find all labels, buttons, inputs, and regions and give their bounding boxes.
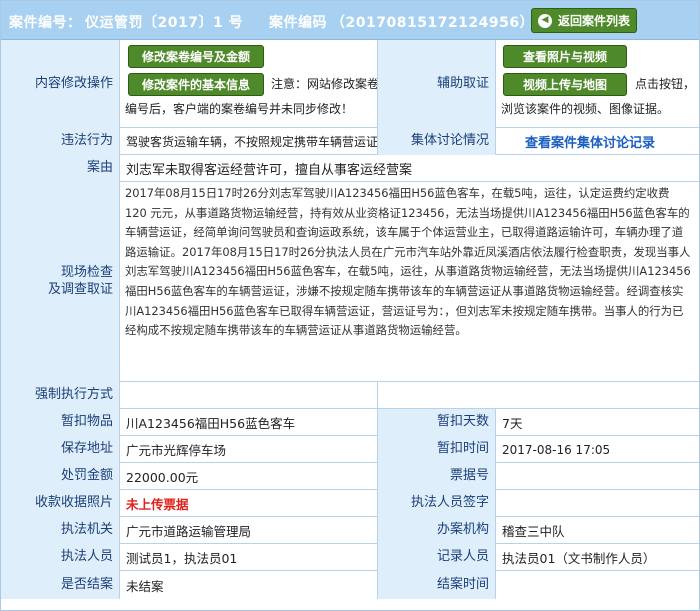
case-number-value: 仪运管罚〔2017〕1 号 <box>85 15 244 31</box>
back-button-label: 返回案件列表 <box>557 14 630 28</box>
evidence-note-line2: 浏览该案件的视频、图像证据。 <box>501 102 670 116</box>
close-time-label: 结案时间 <box>377 571 496 599</box>
arrow-left-icon: ◀ <box>537 13 552 28</box>
closed-label: 是否结案 <box>1 571 120 599</box>
edit-case-number-button[interactable]: 修改案卷编号及金额 <box>128 45 264 68</box>
storage-value: 广元市光辉停车场 <box>126 443 227 458</box>
agency-label: 执法机关 <box>1 517 120 544</box>
cause-value: 刘志军未取得客运经营许可，擅自从事客运经营案 <box>126 163 413 178</box>
close-time-value <box>496 571 696 599</box>
modify-note-line2: 编号后，客户端的案卷编号并未同步修改！ <box>125 102 354 116</box>
officer-sign-value <box>496 490 696 517</box>
evidence-label: 辅助取证 <box>377 40 496 128</box>
modify-label: 内容修改操作 <box>1 40 120 128</box>
back-to-case-list-button[interactable]: ◀ 返回案件列表 <box>531 8 637 33</box>
agency-value: 广元市道路运输管理局 <box>126 524 252 539</box>
enforce-label: 强制执行方式 <box>1 382 120 409</box>
seized-days-value: 7天 <box>502 416 523 431</box>
officer-sign-label: 执法人员签字 <box>377 490 496 517</box>
edit-case-info-button[interactable]: 修改案件的基本信息 <box>128 73 264 96</box>
violation-label: 违法行为 <box>1 128 120 155</box>
violation-value: 驾驶客货运输车辆，不按照规定携带车辆营运证 <box>126 135 377 149</box>
storage-label: 保存地址 <box>1 436 120 463</box>
officers-label: 执法人员 <box>1 544 120 571</box>
receipt-photo-label: 收款收据照片 <box>1 490 120 517</box>
view-discussion-link[interactable]: 查看案件集体讨论记录 <box>519 128 689 155</box>
officers-value: 测试员1，执法员01 <box>126 551 238 566</box>
enforce-value <box>120 382 377 409</box>
seized-time-value: 2017-08-16 17:05 <box>502 442 611 457</box>
recorder-label: 记录人员 <box>377 544 496 571</box>
seized-item-value: 川A123456福田H56蓝色客车 <box>126 416 296 431</box>
modify-note-line1: 注意：网站修改案卷 <box>271 77 380 91</box>
case-code-label: 案件编码 <box>269 15 327 31</box>
seized-item-label: 暂扣物品 <box>1 409 120 436</box>
handling-org-label: 办案机构 <box>377 517 496 544</box>
case-header: 案件编号： 仪运管罚〔2017〕1 号 案件编码 （20170815172124… <box>1 1 699 40</box>
view-photos-video-button[interactable]: 查看照片与视频 <box>503 45 627 68</box>
case-code-value: （20170815172124956） <box>331 15 535 31</box>
discussion-label: 集体讨论情况 <box>377 128 496 155</box>
ticket-number-value <box>496 463 696 490</box>
seized-days-label: 暂扣天数 <box>377 409 496 436</box>
inspection-text: 2017年08月15日17时26分刘志军驾驶川A123456福田H56蓝色客车，… <box>125 186 691 338</box>
evidence-note-line1: 点击按钮， <box>635 77 696 91</box>
case-number-label: 案件编号： <box>9 15 82 31</box>
ticket-number-label: 票据号 <box>377 463 496 490</box>
closed-value: 未结案 <box>126 578 164 594</box>
inspection-label: 现场检查 及调查取证 <box>1 182 120 382</box>
seized-time-label: 暂扣时间 <box>377 436 496 463</box>
cause-label: 案由 <box>1 155 120 182</box>
receipt-photo-value: 未上传票据 <box>126 497 189 512</box>
recorder-value: 执法员01（文书制作人员） <box>502 551 656 566</box>
fine-label: 处罚金额 <box>1 463 120 490</box>
divider <box>377 382 378 409</box>
inspection-label-line2: 及调查取证 <box>47 282 113 297</box>
upload-video-map-button[interactable]: 视频上传与地图 <box>503 73 627 96</box>
fine-value: 22000.00元 <box>126 470 199 485</box>
handling-org-value: 稽查三中队 <box>502 524 565 539</box>
inspection-label-line1: 现场检查 <box>60 265 113 281</box>
case-detail-panel: 案件编号： 仪运管罚〔2017〕1 号 案件编码 （20170815172124… <box>0 0 700 611</box>
